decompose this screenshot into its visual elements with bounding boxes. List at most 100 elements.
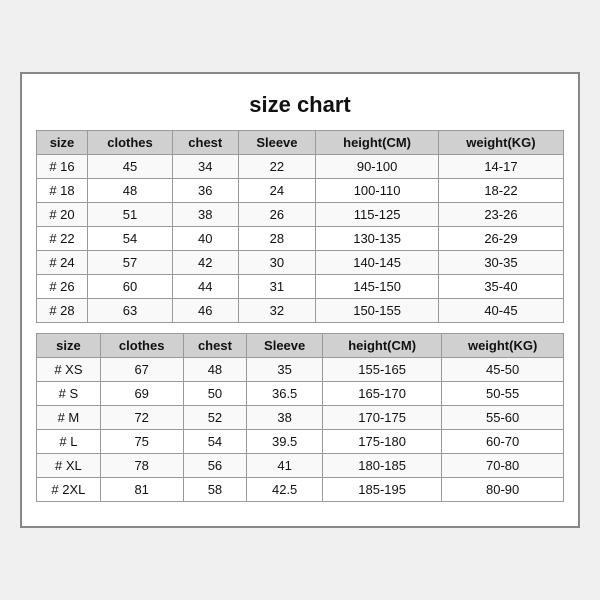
- table-cell: # S: [37, 382, 101, 406]
- table2-header-cell: size: [37, 334, 101, 358]
- table-cell: # 28: [37, 299, 88, 323]
- table-cell: # 18: [37, 179, 88, 203]
- table2-body: # XS674835155-16545-50# S695036.5165-170…: [37, 358, 564, 502]
- table-cell: 58: [183, 478, 247, 502]
- table-cell: 175-180: [322, 430, 441, 454]
- table-cell: 130-135: [316, 227, 439, 251]
- table-cell: 45-50: [442, 358, 564, 382]
- table-cell: 78: [100, 454, 183, 478]
- table-cell: 52: [183, 406, 247, 430]
- table-cell: 48: [88, 179, 173, 203]
- table-cell: 50: [183, 382, 247, 406]
- table-cell: 54: [183, 430, 247, 454]
- table-row: # 24574230140-14530-35: [37, 251, 564, 275]
- table-cell: 36.5: [247, 382, 323, 406]
- table1-header-cell: clothes: [88, 131, 173, 155]
- table-cell: 14-17: [438, 155, 563, 179]
- table-row: # L755439.5175-18060-70: [37, 430, 564, 454]
- table-cell: 36: [172, 179, 238, 203]
- table-cell: 115-125: [316, 203, 439, 227]
- table1-header-cell: height(CM): [316, 131, 439, 155]
- table-cell: 100-110: [316, 179, 439, 203]
- table-cell: 26-29: [438, 227, 563, 251]
- table-cell: 31: [238, 275, 316, 299]
- table-cell: 38: [172, 203, 238, 227]
- table-cell: # 20: [37, 203, 88, 227]
- table-cell: 44: [172, 275, 238, 299]
- table-cell: 140-145: [316, 251, 439, 275]
- table1-body: # 1645342290-10014-17# 18483624100-11018…: [37, 155, 564, 323]
- table-cell: 70-80: [442, 454, 564, 478]
- table2-header-row: sizeclotheschestSleeveheight(CM)weight(K…: [37, 334, 564, 358]
- table-cell: 165-170: [322, 382, 441, 406]
- table1-header-cell: size: [37, 131, 88, 155]
- table1-header-cell: chest: [172, 131, 238, 155]
- table-cell: 69: [100, 382, 183, 406]
- table-row: # 2XL815842.5185-19580-90: [37, 478, 564, 502]
- table-cell: 81: [100, 478, 183, 502]
- table1-header-cell: weight(KG): [438, 131, 563, 155]
- table-cell: 51: [88, 203, 173, 227]
- table-cell: 23-26: [438, 203, 563, 227]
- table-cell: 60-70: [442, 430, 564, 454]
- table-cell: 155-165: [322, 358, 441, 382]
- table2-header-cell: chest: [183, 334, 247, 358]
- table-cell: 45: [88, 155, 173, 179]
- table-cell: 42.5: [247, 478, 323, 502]
- table-cell: # M: [37, 406, 101, 430]
- table2-header-cell: weight(KG): [442, 334, 564, 358]
- table-cell: 41: [247, 454, 323, 478]
- size-table-1: sizeclotheschestSleeveheight(CM)weight(K…: [36, 130, 564, 323]
- table-cell: 180-185: [322, 454, 441, 478]
- table-cell: # 26: [37, 275, 88, 299]
- table-cell: 150-155: [316, 299, 439, 323]
- table-cell: 72: [100, 406, 183, 430]
- table-cell: 24: [238, 179, 316, 203]
- table-cell: 56: [183, 454, 247, 478]
- table-cell: # XL: [37, 454, 101, 478]
- size-table-2: sizeclotheschestSleeveheight(CM)weight(K…: [36, 333, 564, 502]
- table-row: # XS674835155-16545-50: [37, 358, 564, 382]
- table-row: # 28634632150-15540-45: [37, 299, 564, 323]
- table-cell: 145-150: [316, 275, 439, 299]
- table-cell: 42: [172, 251, 238, 275]
- table-cell: # 24: [37, 251, 88, 275]
- size-chart-container: size chart sizeclotheschestSleeveheight(…: [20, 72, 580, 528]
- table-cell: # 16: [37, 155, 88, 179]
- table2-header-cell: Sleeve: [247, 334, 323, 358]
- table-cell: 55-60: [442, 406, 564, 430]
- table-cell: 80-90: [442, 478, 564, 502]
- table-cell: 46: [172, 299, 238, 323]
- table-cell: 35-40: [438, 275, 563, 299]
- chart-title: size chart: [36, 84, 564, 130]
- table-row: # S695036.5165-17050-55: [37, 382, 564, 406]
- table-row: # 26604431145-15035-40: [37, 275, 564, 299]
- table-cell: 30-35: [438, 251, 563, 275]
- table-cell: 90-100: [316, 155, 439, 179]
- table2-header-cell: clothes: [100, 334, 183, 358]
- table-cell: 57: [88, 251, 173, 275]
- table-row: # 1645342290-10014-17: [37, 155, 564, 179]
- table1-header-cell: Sleeve: [238, 131, 316, 155]
- table-row: # 20513826115-12523-26: [37, 203, 564, 227]
- table-cell: 67: [100, 358, 183, 382]
- table-row: # 18483624100-11018-22: [37, 179, 564, 203]
- table-cell: 39.5: [247, 430, 323, 454]
- table-cell: 170-175: [322, 406, 441, 430]
- table-cell: 48: [183, 358, 247, 382]
- table-cell: 75: [100, 430, 183, 454]
- table-row: # XL785641180-18570-80: [37, 454, 564, 478]
- table-cell: 34: [172, 155, 238, 179]
- table-cell: 28: [238, 227, 316, 251]
- table-cell: 18-22: [438, 179, 563, 203]
- table-cell: 50-55: [442, 382, 564, 406]
- table-cell: 26: [238, 203, 316, 227]
- table-row: # M725238170-17555-60: [37, 406, 564, 430]
- table-cell: 60: [88, 275, 173, 299]
- table-cell: # 22: [37, 227, 88, 251]
- table-cell: 54: [88, 227, 173, 251]
- table-cell: # 2XL: [37, 478, 101, 502]
- table2-header-cell: height(CM): [322, 334, 441, 358]
- table-cell: # XS: [37, 358, 101, 382]
- table-cell: 63: [88, 299, 173, 323]
